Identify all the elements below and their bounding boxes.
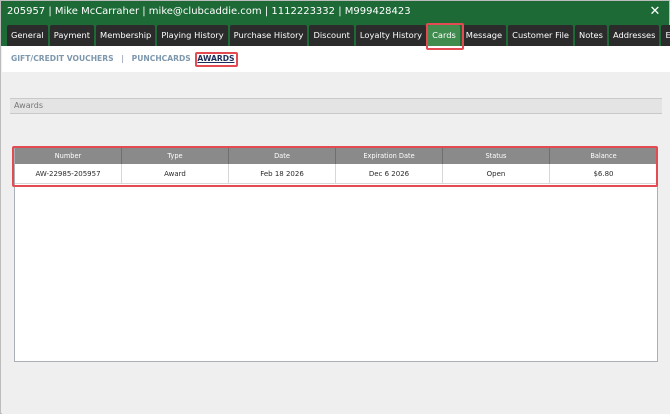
subnav-gift-vouchers[interactable]: GIFT/CREDIT VOUCHERS <box>11 54 114 63</box>
window-title: 205957 | Mike McCarraher | mike@clubcadd… <box>7 6 411 17</box>
tab-strip: General Payment Membership Playing Histo… <box>1 23 670 46</box>
subnav-awards[interactable]: AWARDS <box>197 54 234 63</box>
tab-loyalty-history[interactable]: Loyalty History <box>355 25 427 46</box>
title-bar: 205957 | Mike McCarraher | mike@clubcadd… <box>1 1 669 23</box>
tab-cards[interactable]: Cards <box>428 25 460 46</box>
column-header-number[interactable]: Number <box>15 148 122 164</box>
cell-number: AW-22985-205957 <box>15 164 122 183</box>
customer-window: 205957 | Mike McCarraher | mike@clubcadd… <box>0 0 670 414</box>
column-header-status[interactable]: Status <box>443 148 550 164</box>
tab-customer-file[interactable]: Customer File <box>508 25 573 46</box>
column-header-date[interactable]: Date <box>229 148 336 164</box>
tab-emails[interactable]: Emails <box>661 25 670 46</box>
tab-playing-history[interactable]: Playing History <box>157 25 228 46</box>
tab-purchase-history[interactable]: Purchase History <box>229 25 308 46</box>
close-icon[interactable]: ✕ <box>647 4 663 20</box>
cell-type: Award <box>122 164 229 183</box>
subnav-punchcards[interactable]: PUNCHCARDS <box>132 54 191 63</box>
cell-date: Feb 18 2026 <box>229 164 336 183</box>
tab-addresses[interactable]: Addresses <box>608 25 660 46</box>
tab-discount[interactable]: Discount <box>309 25 354 46</box>
grid-header: Number Type Date Expiration Date Status … <box>15 148 657 164</box>
awards-grid: Number Type Date Expiration Date Status … <box>14 147 658 362</box>
awards-section-header: Awards <box>10 98 662 114</box>
cell-status: Open <box>443 164 550 183</box>
tab-message[interactable]: Message <box>461 25 507 46</box>
tab-notes[interactable]: Notes <box>575 25 607 46</box>
cell-balance: $6.80 <box>593 170 614 178</box>
tab-general[interactable]: General <box>7 25 48 46</box>
tab-payment[interactable]: Payment <box>49 25 95 46</box>
column-header-balance[interactable]: Balance <box>550 148 657 164</box>
cell-expiration-date: Dec 6 2026 <box>336 164 443 183</box>
subnav-separator: | <box>121 54 124 63</box>
cards-panel: GIFT/CREDIT VOUCHERS | PUNCHCARDS AWARDS… <box>2 46 670 414</box>
column-header-expiration-date[interactable]: Expiration Date <box>336 148 443 164</box>
column-header-type[interactable]: Type <box>122 148 229 164</box>
section-title: Awards <box>14 101 43 110</box>
table-row[interactable]: AW-22985-205957 Award Feb 18 2026 Dec 6 … <box>15 164 657 184</box>
tab-membership[interactable]: Membership <box>96 25 156 46</box>
cards-subnav: GIFT/CREDIT VOUCHERS | PUNCHCARDS AWARDS <box>2 46 670 72</box>
